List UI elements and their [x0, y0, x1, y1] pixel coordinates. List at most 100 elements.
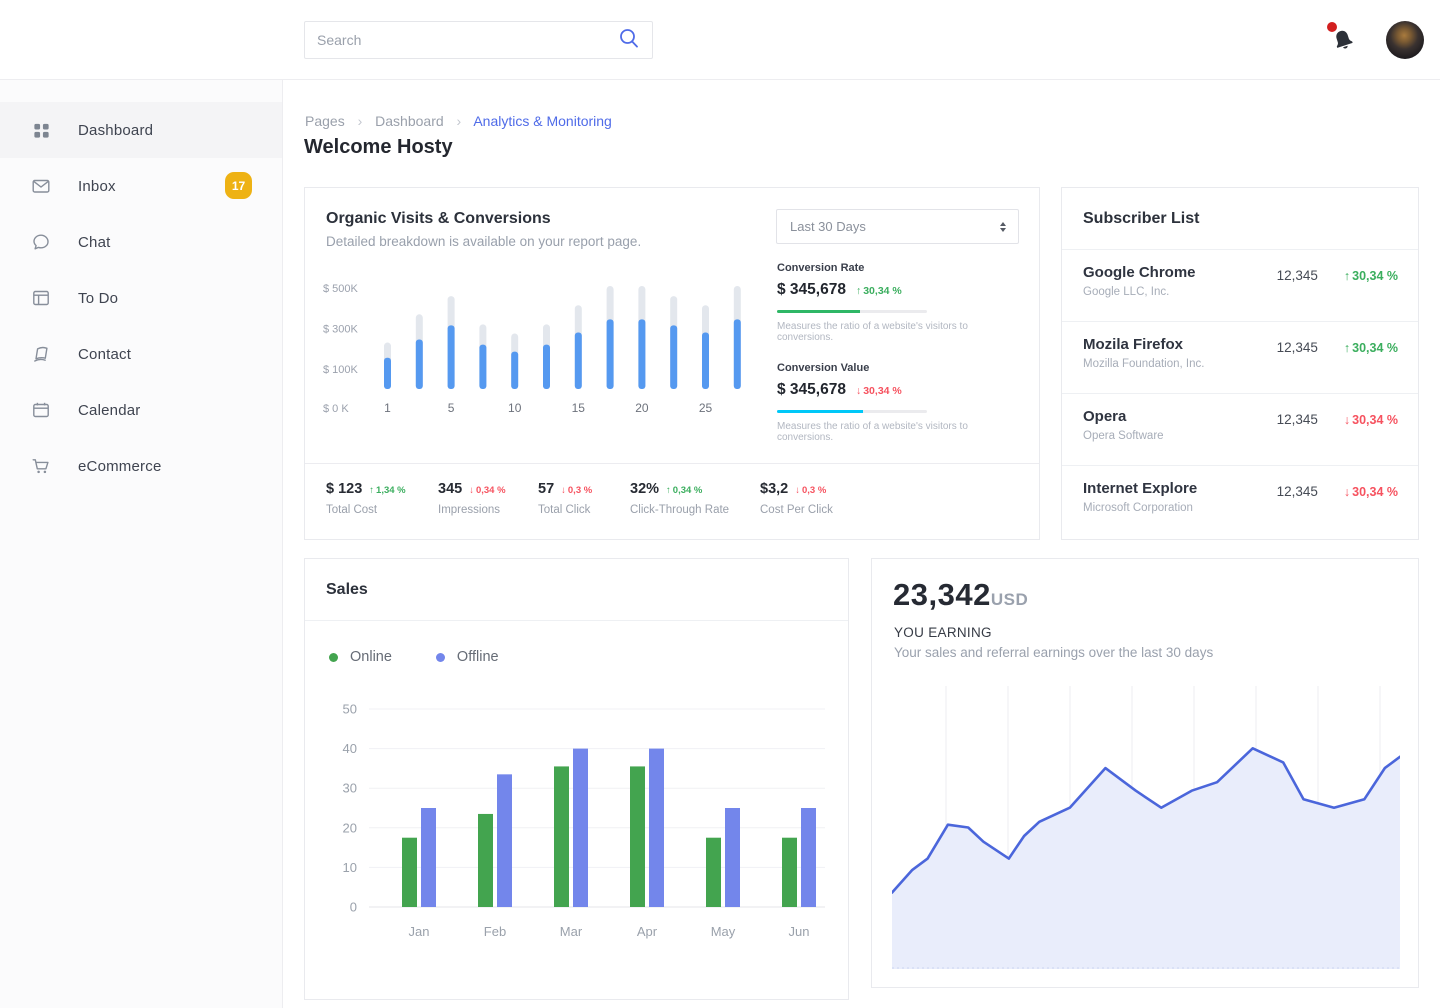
- calendar-icon: [31, 400, 51, 420]
- breadcrumb-pages[interactable]: Pages: [305, 113, 345, 129]
- svg-text:$ 0 K: $ 0 K: [323, 403, 349, 415]
- sidebar-item-label: eCommerce: [78, 458, 162, 475]
- metric-progress-bar: [777, 310, 927, 313]
- svg-text:Feb: Feb: [484, 924, 506, 939]
- sidebar-item-label: Dashboard: [78, 122, 153, 139]
- stat-value: $ 123: [326, 481, 362, 497]
- dashboard-screen: Dashboard Inbox 17 Chat To Do Contact: [0, 0, 1440, 1008]
- sales-card-title: Sales: [326, 581, 368, 599]
- stat-delta: ↑0,34 %: [666, 485, 702, 496]
- notifications-button[interactable]: [1326, 20, 1362, 56]
- subscriber-row-opera[interactable]: OperaOpera Software 12,345↓30,34 %: [1062, 394, 1418, 466]
- svg-text:$ 100K: $ 100K: [323, 364, 359, 376]
- stat-delta: ↓0,34 %: [469, 485, 505, 496]
- subscriber-row-internet-explore[interactable]: Internet ExploreMicrosoft Corporation 12…: [1062, 466, 1418, 538]
- period-select[interactable]: Last 30 Days: [776, 209, 1019, 244]
- subscriber-company: Google LLC, Inc.: [1083, 286, 1196, 298]
- subscriber-company: Mozilla Foundation, Inc.: [1083, 358, 1204, 370]
- metric-label: Conversion Value: [777, 362, 1023, 374]
- sidebar-item-todo[interactable]: To Do: [0, 270, 282, 326]
- subscriber-row-google-chrome[interactable]: Google Chrome Google LLC, Inc. 12,345 ↑30,…: [1062, 250, 1418, 322]
- sidebar-item-calendar[interactable]: Calendar: [0, 382, 282, 438]
- conversion-metrics: Conversion Rate $ 345,678 ↑30,34 % Measu…: [777, 262, 1023, 462]
- stat-label: Cost Per Click: [760, 504, 833, 516]
- stat-label: Impressions: [438, 504, 538, 516]
- page-title: Welcome Hosty: [304, 136, 453, 159]
- subscriber-name: Mozila Firefox: [1083, 336, 1204, 353]
- search-icon[interactable]: [618, 27, 640, 54]
- subscriber-count: 12,345: [1277, 268, 1318, 283]
- search-box[interactable]: [304, 21, 653, 59]
- svg-text:5: 5: [448, 401, 455, 415]
- user-avatar[interactable]: [1386, 21, 1424, 59]
- stat-delta: ↓0,3 %: [561, 485, 592, 496]
- legend-label: Online: [350, 649, 392, 665]
- contact-book-icon: [31, 344, 51, 364]
- sidebar: Dashboard Inbox 17 Chat To Do Contact: [0, 80, 283, 1008]
- subscriber-delta: ↑30,34 %: [1344, 269, 1398, 283]
- svg-text:25: 25: [699, 401, 713, 415]
- stat-label: Click-Through Rate: [630, 504, 760, 516]
- subscriber-list-header: Subscriber List: [1062, 188, 1418, 250]
- inbox-envelope-icon: [31, 176, 51, 196]
- svg-text:10: 10: [343, 860, 357, 875]
- earning-label: YOU EARNING: [894, 625, 992, 640]
- stat-delta: ↑1,34 %: [369, 485, 405, 496]
- stat-label: Total Click: [538, 504, 630, 516]
- sidebar-item-label: Calendar: [78, 402, 140, 419]
- metric-delta: ↓30,34 %: [856, 385, 902, 397]
- metric-progress-bar: [777, 410, 927, 413]
- sales-card: Sales Online Offline 01020304050JanFebMa…: [304, 558, 849, 1000]
- metric-label: Conversion Rate: [777, 262, 1023, 274]
- breadcrumb-analytics[interactable]: Analytics & Monitoring: [473, 113, 612, 129]
- metric-value: $ 345,678: [777, 381, 846, 399]
- sidebar-item-inbox[interactable]: Inbox 17: [0, 158, 282, 214]
- stat-cost-per-click: $3,2 ↓0,3 % Cost Per Click: [760, 481, 833, 539]
- breadcrumb: Pages › Dashboard › Analytics & Monitori…: [305, 113, 612, 129]
- dashboard-grid-icon: [31, 120, 51, 140]
- earnings-area-chart: [892, 686, 1400, 969]
- svg-text:30: 30: [343, 781, 357, 796]
- subscriber-row-mozila-firefox[interactable]: Mozila FirefoxMozilla Foundation, Inc. 1…: [1062, 322, 1418, 394]
- logo-area: [0, 0, 283, 80]
- select-updown-icon: [1000, 222, 1006, 232]
- sidebar-item-contact[interactable]: Contact: [0, 326, 282, 382]
- earning-amount-row: 23,342 USD: [893, 577, 1028, 613]
- svg-text:Mar: Mar: [560, 924, 583, 939]
- legend-label: Offline: [457, 649, 499, 665]
- sidebar-item-ecommerce[interactable]: eCommerce: [0, 438, 282, 494]
- sidebar-item-label: To Do: [78, 290, 118, 307]
- stat-total-cost: $ 123↑1,34 % Total Cost: [326, 481, 438, 539]
- chat-bubble-icon: [31, 232, 51, 252]
- svg-text:50: 50: [343, 702, 357, 717]
- stat-value: 345: [438, 481, 462, 497]
- subscriber-list-title: Subscriber List: [1083, 210, 1199, 228]
- search-input[interactable]: [317, 32, 618, 48]
- earning-card: 23,342 USD YOU EARNING Your sales and re…: [871, 558, 1419, 988]
- inbox-unread-badge: 17: [225, 172, 252, 199]
- subscriber-company: Microsoft Corporation: [1083, 502, 1197, 514]
- stat-delta: ↓0,3 %: [795, 485, 826, 496]
- subscriber-name: Google Chrome: [1083, 264, 1196, 281]
- metric-caption: Measures the ratio of a website's visito…: [777, 321, 1023, 343]
- stat-value: $3,2: [760, 481, 788, 497]
- sidebar-item-label: Inbox: [78, 178, 116, 195]
- todo-board-icon: [31, 288, 51, 308]
- subscriber-count: 12,345: [1277, 412, 1318, 427]
- conversion-value-metric: Conversion Value $ 345,678 ↓30,34 % Meas…: [777, 362, 1023, 443]
- legend-item-online: Online: [329, 649, 392, 665]
- offline-legend-dot: [436, 653, 445, 662]
- subscriber-delta: ↑30,34 %: [1344, 341, 1398, 355]
- svg-text:Jun: Jun: [789, 924, 810, 939]
- breadcrumb-dashboard[interactable]: Dashboard: [375, 113, 444, 129]
- sidebar-item-dashboard[interactable]: Dashboard: [0, 102, 282, 158]
- subscriber-count: 12,345: [1277, 484, 1318, 499]
- sidebar-item-label: Chat: [78, 234, 111, 251]
- svg-text:$ 500K: $ 500K: [323, 283, 359, 295]
- metric-caption: Measures the ratio of a website's visito…: [777, 421, 1023, 443]
- sidebar-item-chat[interactable]: Chat: [0, 214, 282, 270]
- svg-text:1: 1: [384, 401, 391, 415]
- svg-text:15: 15: [572, 401, 586, 415]
- svg-text:20: 20: [635, 401, 649, 415]
- notification-dot: [1327, 22, 1337, 32]
